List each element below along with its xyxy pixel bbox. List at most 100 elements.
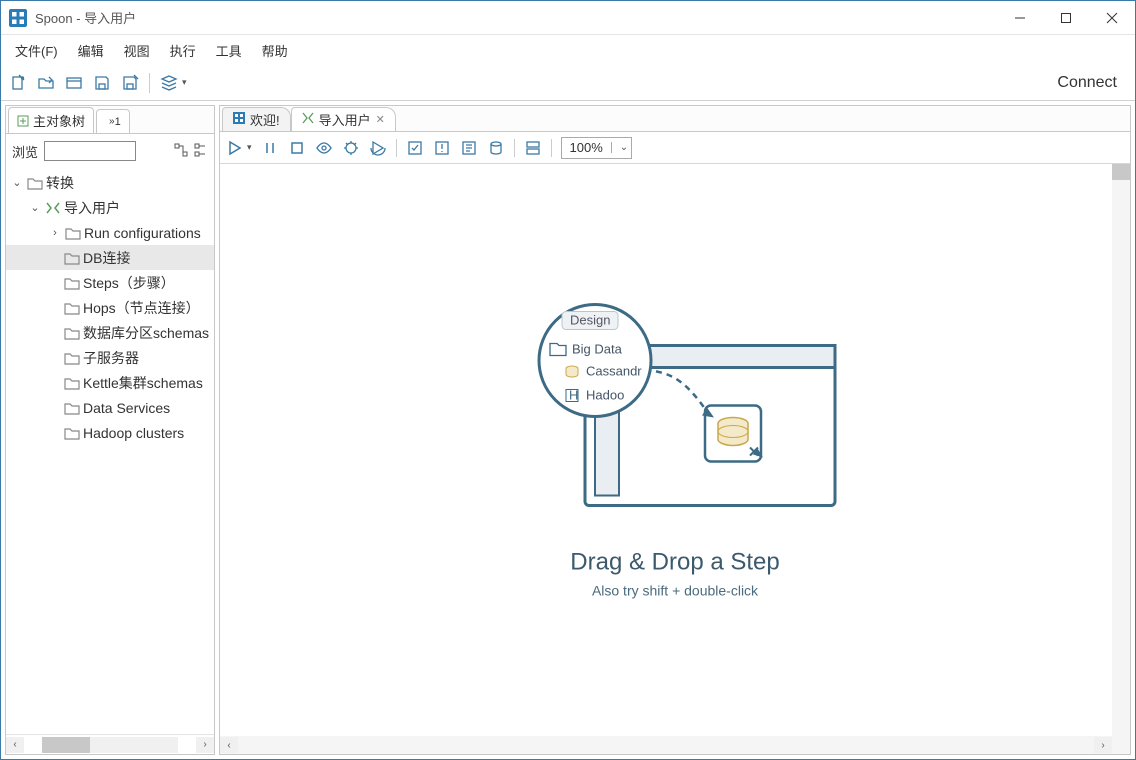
svg-text:Big Data: Big Data <box>572 342 623 357</box>
tab-current[interactable]: 导入用户 ✕ <box>291 107 396 131</box>
zoom-dropdown-icon[interactable]: ⌄ <box>611 142 631 153</box>
tree-item-label: 子服务器 <box>83 348 139 368</box>
object-tree[interactable]: ⌄ 转换 ⌄ 导入用户 › Run configurations DB连接 <box>6 168 214 734</box>
app-icon <box>9 9 27 27</box>
empty-canvas-illustration: Design Big Data Cassandr <box>510 296 840 599</box>
tree-item-partition[interactable]: 数据库分区schemas <box>6 320 214 345</box>
tree-item-dataservice[interactable]: Data Services <box>6 395 214 420</box>
tab-welcome[interactable]: 欢迎! <box>222 107 291 131</box>
save-icon[interactable] <box>93 74 111 92</box>
connect-button[interactable]: Connect <box>1047 70 1127 96</box>
scroll-left-icon[interactable]: ‹ <box>220 737 238 753</box>
tree-item-cluster[interactable]: Kettle集群schemas <box>6 370 214 395</box>
perspective-icon[interactable] <box>160 74 178 92</box>
canvas[interactable]: Design Big Data Cassandr <box>220 164 1130 754</box>
tree-item-slave[interactable]: 子服务器 <box>6 345 214 370</box>
scroll-left-icon[interactable]: ‹ <box>6 737 24 753</box>
twisty-closed-icon[interactable]: › <box>48 227 62 239</box>
svg-text:Hadoo: Hadoo <box>586 388 624 403</box>
tree-item-label: 数据库分区schemas <box>83 323 209 343</box>
canvas-hscroll[interactable]: ‹ › <box>220 736 1112 754</box>
impact-icon[interactable] <box>433 139 451 157</box>
svg-text:Cassandr: Cassandr <box>586 364 642 379</box>
tree-item-db-connection[interactable]: DB连接 <box>6 245 214 270</box>
twisty-open-icon[interactable]: ⌄ <box>10 176 24 189</box>
tab-close-icon[interactable]: ✕ <box>376 113 385 126</box>
tree-item-label: Data Services <box>83 400 170 416</box>
save-as-icon[interactable] <box>121 74 139 92</box>
separator <box>551 139 552 157</box>
scroll-thumb[interactable] <box>42 737 90 753</box>
sidebar-scrollbar[interactable]: ‹ › <box>6 734 214 754</box>
sidebar-tab-extra[interactable]: » 1 <box>96 109 130 133</box>
explore-db-icon[interactable] <box>487 139 505 157</box>
separator <box>514 139 515 157</box>
app-small-icon <box>233 112 245 127</box>
sql-icon[interactable] <box>460 139 478 157</box>
folder-icon <box>64 251 80 265</box>
tree-item-label: Hops（节点连接） <box>83 298 200 318</box>
debug-icon[interactable] <box>342 139 360 157</box>
maximize-button[interactable] <box>1043 1 1089 35</box>
tree-item-label: Steps（步骤） <box>83 273 175 293</box>
tab-welcome-label: 欢迎! <box>250 110 280 129</box>
close-button[interactable] <box>1089 1 1135 35</box>
verify-icon[interactable] <box>406 139 424 157</box>
menu-view[interactable]: 视图 <box>116 37 158 64</box>
tree-root-label: 转换 <box>46 173 74 193</box>
canvas-vscroll[interactable] <box>1112 164 1130 754</box>
separator <box>149 73 150 93</box>
run-dropdown-icon[interactable]: ▾ <box>247 142 252 153</box>
collapse-tree-icon[interactable] <box>194 143 208 160</box>
pause-icon[interactable] <box>261 139 279 157</box>
empty-title: Drag & Drop a Step <box>510 549 840 577</box>
zoom-select[interactable]: 100% ⌄ <box>561 137 632 159</box>
new-file-icon[interactable] <box>9 74 27 92</box>
tree-item-label: Run configurations <box>84 225 201 241</box>
title-bar: Spoon - 导入用户 <box>1 1 1135 35</box>
explore-icon[interactable] <box>65 74 83 92</box>
dropdown-caret-icon[interactable]: ▾ <box>182 77 187 88</box>
menu-exec[interactable]: 执行 <box>162 37 204 64</box>
tree-item-steps[interactable]: Steps（步骤） <box>6 270 214 295</box>
sidebar: 主对象树 » 1 浏览 ⌄ 转换 <box>5 105 215 755</box>
sidebar-tab-extra-count: 1 <box>115 116 121 128</box>
twisty-open-icon[interactable]: ⌄ <box>28 201 42 214</box>
folder-icon <box>27 176 43 190</box>
tree-item-hadoop[interactable]: Hadoop clusters <box>6 420 214 445</box>
menu-edit[interactable]: 编辑 <box>70 37 112 64</box>
folder-icon <box>64 276 80 290</box>
empty-subtitle: Also try shift + double-click <box>510 583 840 599</box>
sidebar-tab-main-tree[interactable]: 主对象树 <box>8 107 94 133</box>
expand-tree-icon[interactable] <box>174 143 188 160</box>
tab-current-label: 导入用户 <box>319 110 371 129</box>
tree-job[interactable]: ⌄ 导入用户 <box>6 195 214 220</box>
tree-item-label: DB连接 <box>83 248 130 268</box>
scroll-right-icon[interactable]: › <box>1094 737 1112 753</box>
svg-text:H: H <box>569 388 578 403</box>
menu-tools[interactable]: 工具 <box>208 37 250 64</box>
run-icon[interactable] <box>226 139 244 157</box>
folder-icon <box>64 301 80 315</box>
tree-item-run-config[interactable]: › Run configurations <box>6 220 214 245</box>
tree-item-hops[interactable]: Hops（节点连接） <box>6 295 214 320</box>
menu-help[interactable]: 帮助 <box>254 37 296 64</box>
preview-icon[interactable] <box>315 139 333 157</box>
canvas-toolbar: ▾ 100% ⌄ <box>220 132 1130 164</box>
transformation-small-icon <box>302 112 314 127</box>
tree-item-label: Hadoop clusters <box>83 425 184 441</box>
minimize-button[interactable] <box>997 1 1043 35</box>
separator <box>396 139 397 157</box>
menu-file[interactable]: 文件(F) <box>7 37 66 64</box>
replay-icon[interactable] <box>369 139 387 157</box>
folder-icon <box>64 376 80 390</box>
sidebar-search-input[interactable] <box>44 141 136 161</box>
window-title: Spoon - 导入用户 <box>35 8 136 27</box>
show-results-icon[interactable] <box>524 139 542 157</box>
tree-job-label: 导入用户 <box>64 198 120 218</box>
stop-icon[interactable] <box>288 139 306 157</box>
tree-root[interactable]: ⌄ 转换 <box>6 170 214 195</box>
transformation-icon <box>45 201 61 215</box>
open-file-icon[interactable] <box>37 74 55 92</box>
scroll-right-icon[interactable]: › <box>196 737 214 753</box>
